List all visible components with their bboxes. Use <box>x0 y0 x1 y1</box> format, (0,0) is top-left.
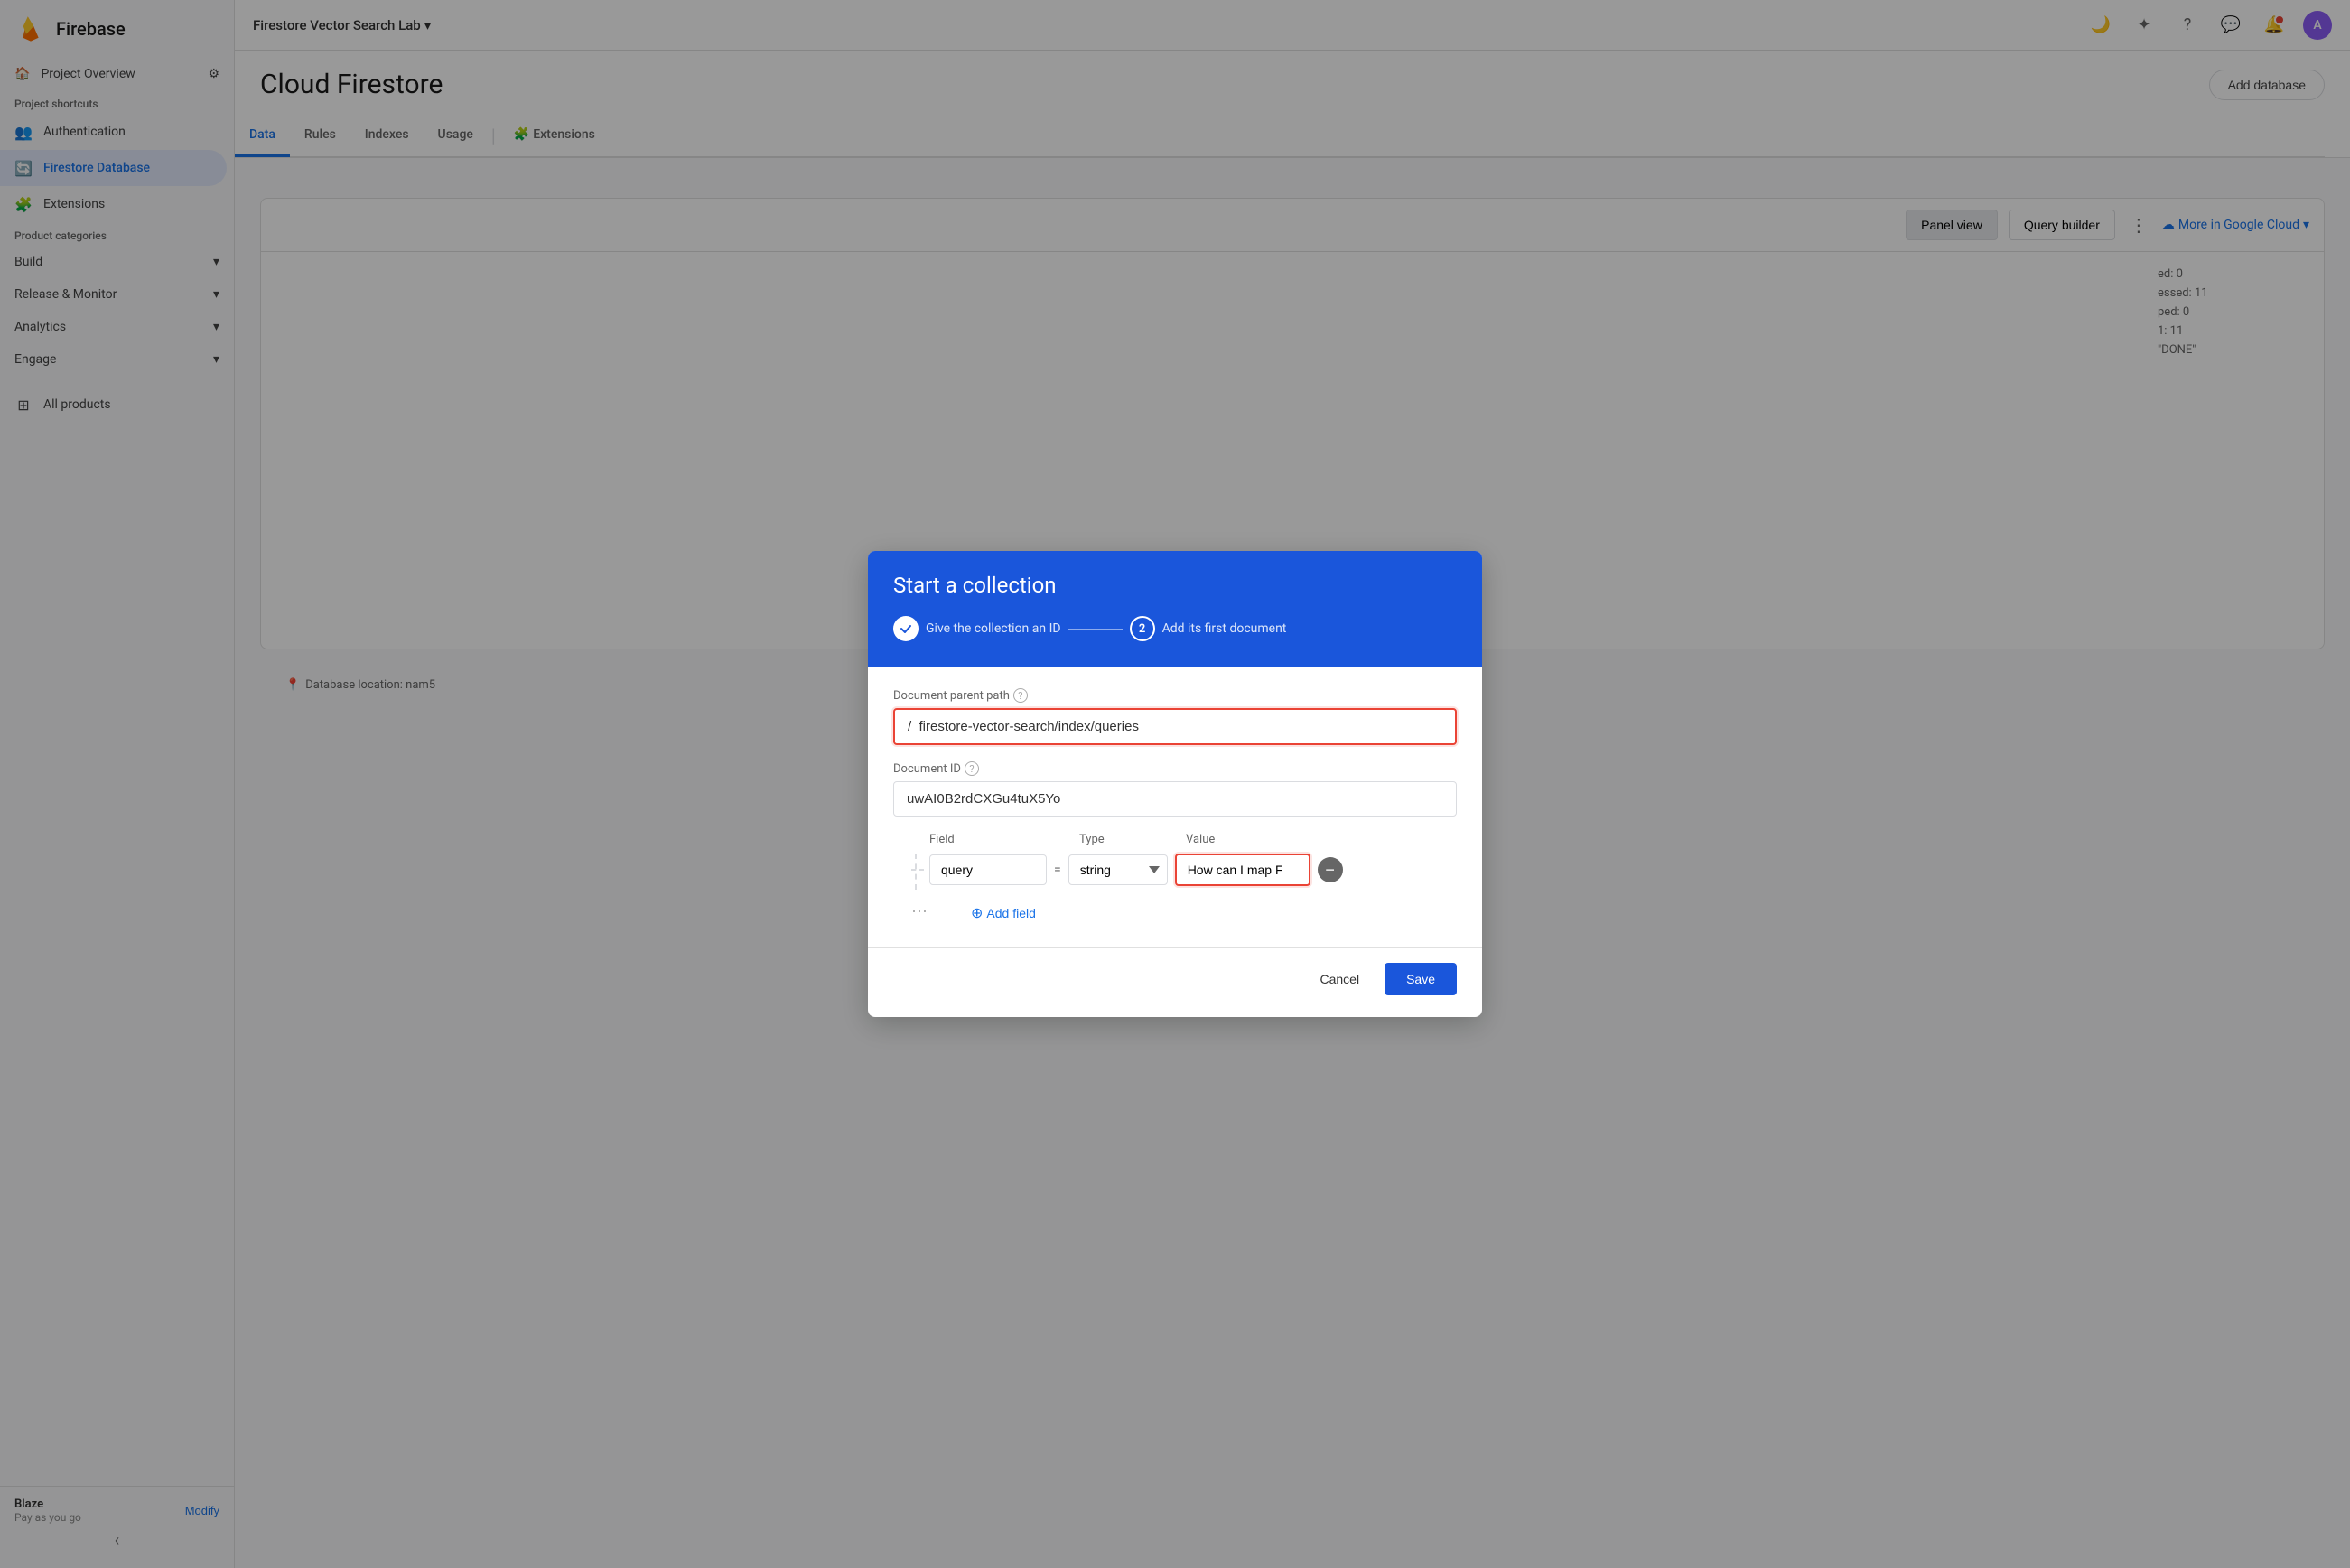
checkmark-icon <box>899 621 913 636</box>
type-col-header: Type <box>1079 833 1179 846</box>
modal-header: Start a collection Give the collection a… <box>868 551 1482 667</box>
doc-parent-path-label: Document parent path ? <box>893 688 1457 703</box>
minus-icon: − <box>1325 861 1335 880</box>
fields-section: Field Type Value = string <box>893 833 1457 926</box>
add-field-row: ⋯ ⊕ Add field <box>893 897 1457 926</box>
field-col-header: Field <box>929 833 1047 846</box>
modal-footer: Cancel Save <box>868 947 1482 1017</box>
modal-overlay: Start a collection Give the collection a… <box>0 0 2350 1568</box>
doc-id-input[interactable] <box>893 781 1457 817</box>
tree-horizontal-line <box>911 869 924 871</box>
remove-field-button[interactable]: − <box>1318 857 1343 882</box>
doc-id-help-icon[interactable]: ? <box>965 761 979 776</box>
step-2-label: Add its first document <box>1162 621 1287 636</box>
value-col-header: Value <box>1186 833 1215 846</box>
save-button[interactable]: Save <box>1385 963 1457 995</box>
field-headers: Field Type Value <box>893 833 1457 846</box>
doc-parent-path-group: Document parent path ? <box>893 688 1457 745</box>
step-1: Give the collection an ID <box>893 616 1061 641</box>
modal-steps: Give the collection an ID 2 Add its firs… <box>893 616 1457 641</box>
step-2: 2 Add its first document <box>1130 616 1287 641</box>
tree-vertical-line <box>915 854 917 890</box>
step-1-label: Give the collection an ID <box>926 621 1061 636</box>
doc-id-label: Document ID ? <box>893 761 1457 776</box>
parent-path-help-icon[interactable]: ? <box>1013 688 1028 703</box>
modal-title: Start a collection <box>893 573 1457 598</box>
modal-body: Document parent path ? Document ID ? Fie… <box>868 667 1482 947</box>
dots-icon: ⋯ <box>911 902 928 921</box>
doc-parent-path-input[interactable] <box>893 708 1457 745</box>
step-2-circle: 2 <box>1130 616 1155 641</box>
step-1-circle <box>893 616 919 641</box>
doc-id-group: Document ID ? <box>893 761 1457 817</box>
fields-tree: = string number boolean map array null t… <box>893 854 1457 926</box>
add-field-button[interactable]: ⊕ Add field <box>935 901 1043 926</box>
field-type-select[interactable]: string number boolean map array null tim… <box>1068 854 1168 885</box>
add-icon: ⊕ <box>971 904 983 922</box>
start-collection-modal: Start a collection Give the collection a… <box>868 551 1482 1017</box>
field-value-input[interactable] <box>1175 854 1310 886</box>
step-line <box>1068 629 1123 630</box>
cancel-button[interactable]: Cancel <box>1305 963 1374 995</box>
field-row-query: = string number boolean map array null t… <box>893 854 1457 886</box>
equals-sign: = <box>1054 863 1061 877</box>
field-name-input[interactable] <box>929 854 1047 885</box>
